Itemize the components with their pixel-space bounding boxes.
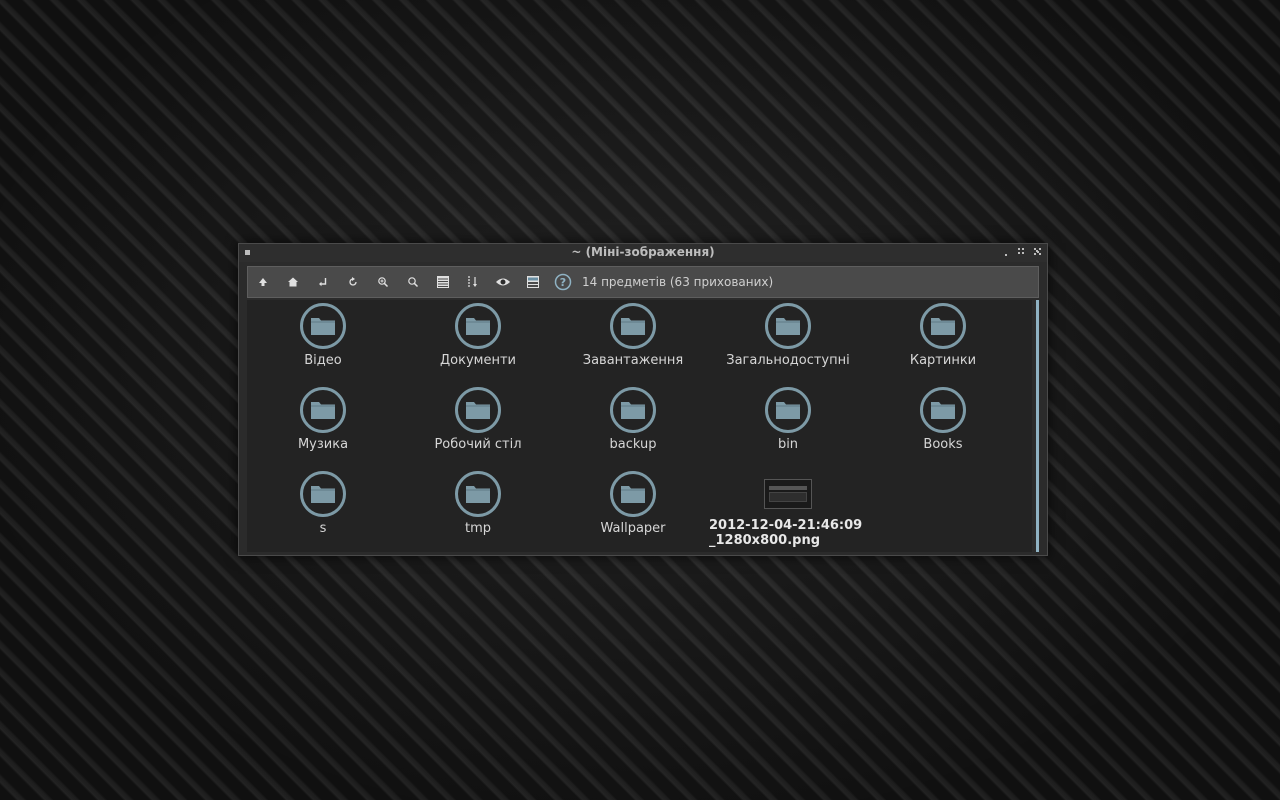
scrollbar-thumb[interactable]: [1036, 300, 1039, 552]
zoom-out-button[interactable]: [398, 267, 428, 297]
item-label: Загальнодоступні: [726, 353, 850, 368]
toolbar: ? 14 предметів (63 прихованих): [247, 266, 1039, 298]
folder-item[interactable]: bin: [713, 386, 863, 452]
folder-icon: [455, 471, 501, 517]
item-label: Завантаження: [582, 353, 684, 368]
item-label: Відео: [304, 353, 342, 368]
list-view-icon: [437, 276, 449, 288]
sort-icon: [468, 276, 477, 287]
help-button[interactable]: ?: [548, 267, 578, 297]
file-manager-window: ~ (Міні-зображення) ? 14 предметів (63 п…: [238, 243, 1048, 556]
folder-icon: [765, 303, 811, 349]
item-label: bin: [777, 437, 799, 452]
folder-item[interactable]: Картинки: [868, 302, 1018, 368]
item-label: Картинки: [909, 353, 977, 368]
back-icon: [319, 278, 327, 287]
window-title: ~ (Міні-зображення): [571, 245, 715, 259]
vertical-scrollbar[interactable]: [1034, 300, 1042, 552]
item-label: Books: [923, 437, 963, 452]
back-button[interactable]: [308, 267, 338, 297]
thumbnail-view-button[interactable]: [518, 267, 548, 297]
folder-item[interactable]: Робочий стіл: [403, 386, 553, 452]
help-icon: ?: [554, 273, 572, 291]
folder-item[interactable]: Books: [868, 386, 1018, 452]
zoom-in-button[interactable]: [368, 267, 398, 297]
svg-text:?: ?: [560, 276, 566, 289]
image-thumbnail: [764, 479, 812, 509]
item-label: 2012-12-04-21:46:09 _1280x800.png: [709, 518, 863, 548]
item-label: backup: [609, 437, 657, 452]
sort-button[interactable]: [458, 267, 488, 297]
home-icon: [288, 277, 298, 287]
folder-icon: [610, 471, 656, 517]
folder-icon: [455, 387, 501, 433]
status-text: 14 предметів (63 прихованих): [582, 275, 774, 289]
close-button[interactable]: [1033, 247, 1043, 257]
folder-icon: [300, 471, 346, 517]
zoom-in-icon: [378, 277, 389, 288]
folder-item[interactable]: tmp: [403, 470, 553, 536]
thumbnail-view-icon: [527, 276, 539, 288]
maximize-button[interactable]: [1017, 247, 1027, 257]
folder-item[interactable]: Завантаження: [558, 302, 708, 368]
minimize-button[interactable]: [1001, 247, 1011, 257]
folder-icon: [455, 303, 501, 349]
folder-icon: [610, 387, 656, 433]
folder-icon: [920, 387, 966, 433]
item-label: Документи: [440, 353, 516, 368]
folder-icon: [300, 387, 346, 433]
item-label: s: [319, 521, 327, 536]
item-label: tmp: [464, 521, 491, 536]
item-label: Музика: [297, 437, 349, 452]
folder-icon: [920, 303, 966, 349]
folder-icon: [765, 387, 811, 433]
folder-item[interactable]: backup: [558, 386, 708, 452]
up-icon: [259, 278, 267, 286]
file-item[interactable]: 2012-12-04-21:46:09 _1280x800.png: [709, 470, 863, 548]
folder-icon: [610, 303, 656, 349]
up-button[interactable]: [248, 267, 278, 297]
item-label: Робочий стіл: [434, 437, 522, 452]
reload-button[interactable]: [338, 267, 368, 297]
title-bar[interactable]: ~ (Міні-зображення): [239, 244, 1047, 262]
reload-icon: [349, 277, 357, 286]
file-view[interactable]: Відео Документи Завантаження Загальнодоступ…: [247, 300, 1032, 552]
item-label: Wallpaper: [600, 521, 666, 536]
folder-item[interactable]: Відео: [248, 302, 398, 368]
zoom-out-icon: [408, 277, 419, 288]
show-hidden-icon: [496, 278, 510, 286]
folder-item[interactable]: s: [248, 470, 398, 536]
show-hidden-button[interactable]: [488, 267, 518, 297]
folder-item[interactable]: Документи: [403, 302, 553, 368]
list-view-button[interactable]: [428, 267, 458, 297]
folder-item[interactable]: Загальнодоступні: [713, 302, 863, 368]
folder-item[interactable]: Wallpaper: [558, 470, 708, 536]
folder-icon: [300, 303, 346, 349]
home-button[interactable]: [278, 267, 308, 297]
folder-item[interactable]: Музика: [248, 386, 398, 452]
